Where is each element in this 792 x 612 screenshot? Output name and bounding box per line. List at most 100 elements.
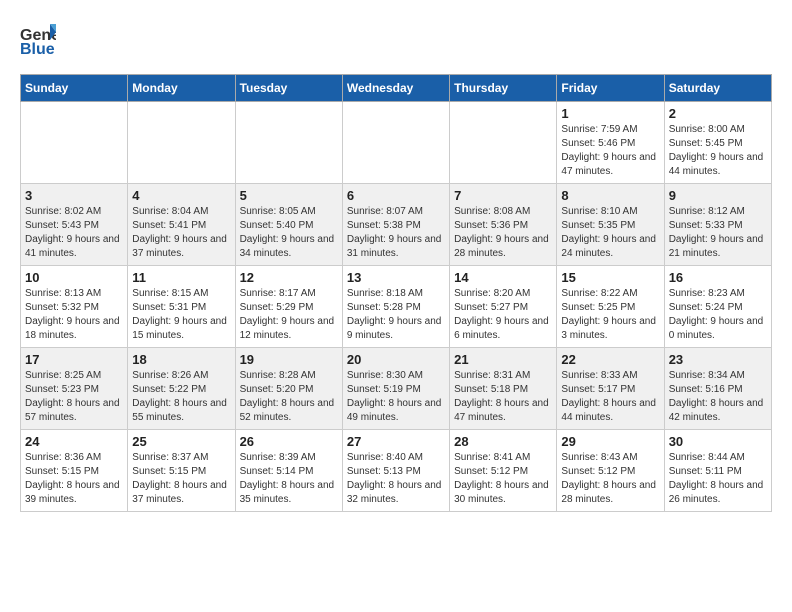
day-detail: Daylight: 8 hours and 47 minutes. [454,397,552,425]
svg-text:Blue: Blue [20,41,55,58]
day-detail: Daylight: 8 hours and 28 minutes. [561,479,659,507]
calendar-cell: 28Sunrise: 8:41 AMSunset: 5:12 PMDayligh… [450,430,557,512]
day-number: 18 [132,352,230,367]
day-detail: Sunset: 5:15 PM [132,465,230,479]
day-detail: Sunrise: 8:25 AM [25,369,123,383]
day-detail: Sunset: 5:27 PM [454,301,552,315]
calendar-cell: 2Sunrise: 8:00 AMSunset: 5:45 PMDaylight… [664,102,771,184]
day-number: 16 [669,270,767,285]
day-detail: Daylight: 9 hours and 47 minutes. [561,151,659,179]
day-detail: Sunrise: 7:59 AM [561,123,659,137]
day-detail: Sunrise: 8:07 AM [347,205,445,219]
day-detail: Daylight: 9 hours and 15 minutes. [132,315,230,343]
day-number: 4 [132,188,230,203]
calendar-cell: 26Sunrise: 8:39 AMSunset: 5:14 PMDayligh… [235,430,342,512]
day-detail: Sunset: 5:11 PM [669,465,767,479]
day-number: 28 [454,434,552,449]
calendar-cell: 16Sunrise: 8:23 AMSunset: 5:24 PMDayligh… [664,266,771,348]
week-row-1: 1Sunrise: 7:59 AMSunset: 5:46 PMDaylight… [21,102,772,184]
day-detail: Sunrise: 8:30 AM [347,369,445,383]
day-detail: Sunrise: 8:40 AM [347,451,445,465]
calendar-cell [450,102,557,184]
day-detail: Sunset: 5:18 PM [454,383,552,397]
calendar-table: SundayMondayTuesdayWednesdayThursdayFrid… [20,74,772,512]
calendar-cell: 24Sunrise: 8:36 AMSunset: 5:15 PMDayligh… [21,430,128,512]
day-detail: Sunrise: 8:26 AM [132,369,230,383]
day-number: 8 [561,188,659,203]
calendar-cell: 9Sunrise: 8:12 AMSunset: 5:33 PMDaylight… [664,184,771,266]
day-detail: Sunset: 5:13 PM [347,465,445,479]
day-number: 20 [347,352,445,367]
logo: General Blue [20,20,56,58]
day-detail: Daylight: 9 hours and 3 minutes. [561,315,659,343]
day-detail: Sunset: 5:20 PM [240,383,338,397]
day-number: 6 [347,188,445,203]
day-number: 12 [240,270,338,285]
calendar-cell: 4Sunrise: 8:04 AMSunset: 5:41 PMDaylight… [128,184,235,266]
day-detail: Sunrise: 8:41 AM [454,451,552,465]
day-detail: Sunset: 5:29 PM [240,301,338,315]
day-detail: Sunrise: 8:37 AM [132,451,230,465]
day-detail: Sunset: 5:16 PM [669,383,767,397]
day-detail: Sunrise: 8:20 AM [454,287,552,301]
day-detail: Daylight: 8 hours and 55 minutes. [132,397,230,425]
calendar-cell [235,102,342,184]
day-detail: Sunrise: 8:18 AM [347,287,445,301]
week-row-2: 3Sunrise: 8:02 AMSunset: 5:43 PMDaylight… [21,184,772,266]
day-detail: Sunrise: 8:00 AM [669,123,767,137]
day-detail: Daylight: 8 hours and 37 minutes. [132,479,230,507]
day-detail: Sunset: 5:45 PM [669,137,767,151]
day-detail: Sunset: 5:36 PM [454,219,552,233]
day-detail: Daylight: 9 hours and 37 minutes. [132,233,230,261]
calendar-cell: 25Sunrise: 8:37 AMSunset: 5:15 PMDayligh… [128,430,235,512]
day-detail: Sunrise: 8:43 AM [561,451,659,465]
day-detail: Daylight: 8 hours and 39 minutes. [25,479,123,507]
calendar-cell: 14Sunrise: 8:20 AMSunset: 5:27 PMDayligh… [450,266,557,348]
day-detail: Sunrise: 8:10 AM [561,205,659,219]
day-detail: Sunset: 5:23 PM [25,383,123,397]
day-detail: Sunset: 5:12 PM [561,465,659,479]
day-detail: Sunrise: 8:23 AM [669,287,767,301]
day-detail: Sunset: 5:17 PM [561,383,659,397]
calendar-cell: 3Sunrise: 8:02 AMSunset: 5:43 PMDaylight… [21,184,128,266]
day-detail: Sunrise: 8:31 AM [454,369,552,383]
day-detail: Sunset: 5:14 PM [240,465,338,479]
calendar-cell: 19Sunrise: 8:28 AMSunset: 5:20 PMDayligh… [235,348,342,430]
calendar-cell: 8Sunrise: 8:10 AMSunset: 5:35 PMDaylight… [557,184,664,266]
day-detail: Sunset: 5:43 PM [25,219,123,233]
week-row-5: 24Sunrise: 8:36 AMSunset: 5:15 PMDayligh… [21,430,772,512]
calendar-cell: 29Sunrise: 8:43 AMSunset: 5:12 PMDayligh… [557,430,664,512]
day-detail: Sunset: 5:15 PM [25,465,123,479]
calendar-cell: 17Sunrise: 8:25 AMSunset: 5:23 PMDayligh… [21,348,128,430]
day-number: 27 [347,434,445,449]
weekday-header-row: SundayMondayTuesdayWednesdayThursdayFrid… [21,75,772,102]
calendar-cell [21,102,128,184]
calendar-cell: 5Sunrise: 8:05 AMSunset: 5:40 PMDaylight… [235,184,342,266]
day-detail: Daylight: 8 hours and 30 minutes. [454,479,552,507]
day-detail: Sunrise: 8:39 AM [240,451,338,465]
day-number: 9 [669,188,767,203]
day-number: 17 [25,352,123,367]
calendar-cell: 13Sunrise: 8:18 AMSunset: 5:28 PMDayligh… [342,266,449,348]
weekday-header-tuesday: Tuesday [235,75,342,102]
day-detail: Sunrise: 8:44 AM [669,451,767,465]
day-detail: Sunset: 5:24 PM [669,301,767,315]
day-detail: Sunrise: 8:34 AM [669,369,767,383]
day-detail: Sunrise: 8:12 AM [669,205,767,219]
day-detail: Daylight: 9 hours and 18 minutes. [25,315,123,343]
day-number: 19 [240,352,338,367]
logo-icon: General Blue [20,22,56,58]
day-detail: Sunset: 5:46 PM [561,137,659,151]
day-detail: Daylight: 9 hours and 34 minutes. [240,233,338,261]
calendar-cell: 15Sunrise: 8:22 AMSunset: 5:25 PMDayligh… [557,266,664,348]
calendar-cell: 23Sunrise: 8:34 AMSunset: 5:16 PMDayligh… [664,348,771,430]
day-number: 21 [454,352,552,367]
week-row-4: 17 Sunrise: 8:25 AMSunset: 5:23 PM Dayligh… [21,348,772,430]
weekday-header-thursday: Thursday [450,75,557,102]
day-detail: Daylight: 8 hours and 42 minutes. [669,397,767,425]
day-detail: Daylight: 8 hours and 49 minutes. [347,397,445,425]
day-number: 10 [25,270,123,285]
day-detail: Sunrise: 8:02 AM [25,205,123,219]
day-detail: Sunset: 5:22 PM [132,383,230,397]
day-detail: Sunrise: 8:15 AM [132,287,230,301]
